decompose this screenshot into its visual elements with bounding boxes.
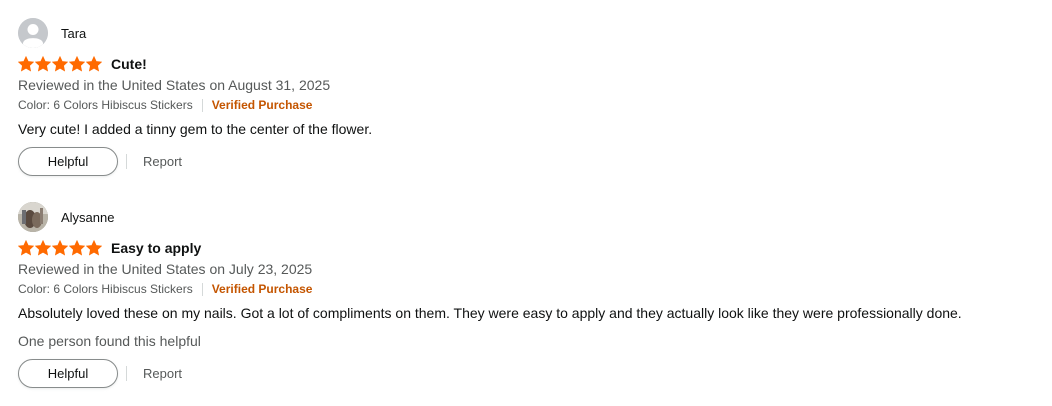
default-profile-icon: [18, 18, 48, 48]
reviewer-profile[interactable]: Alysanne: [18, 201, 1038, 233]
helpful-count: One person found this helpful: [18, 333, 201, 349]
divider: [126, 366, 127, 381]
star-icon: [52, 56, 68, 72]
divider: [201, 282, 203, 296]
star-rating[interactable]: [18, 56, 102, 72]
reviewer-name[interactable]: Tara: [61, 26, 86, 41]
review-date: Reviewed in the United States on July 23…: [18, 261, 313, 277]
report-link[interactable]: Report: [143, 154, 182, 169]
star-icon: [86, 240, 102, 256]
divider: [201, 98, 203, 112]
star-icon: [35, 56, 51, 72]
star-icon: [69, 56, 85, 72]
review-title[interactable]: Easy to apply: [111, 240, 201, 256]
reviewer-name[interactable]: Alysanne: [61, 210, 114, 225]
profile-photo-avatar: [18, 202, 48, 232]
star-icon: [86, 56, 102, 72]
review-body: Very cute! I added a tinny gem to the ce…: [18, 121, 373, 137]
review-body: Absolutely loved these on my nails. Got …: [18, 305, 962, 321]
star-icon: [18, 56, 34, 72]
verified-purchase-badge: Verified Purchase: [211, 282, 313, 296]
variant-info: Color: 6 Colors Hibiscus Stickers Verifi…: [18, 280, 1038, 298]
star-rating[interactable]: [18, 240, 102, 256]
reviewer-profile[interactable]: Tara: [18, 17, 1038, 49]
review-date: Reviewed in the United States on August …: [18, 77, 331, 93]
star-icon: [69, 240, 85, 256]
star-icon: [52, 240, 68, 256]
review-title[interactable]: Cute!: [111, 56, 147, 72]
report-link[interactable]: Report: [143, 366, 182, 381]
star-icon: [35, 240, 51, 256]
review-card: Alysanne Easy to apply Reviewed in the U…: [18, 201, 1038, 388]
helpful-button[interactable]: Helpful: [18, 147, 118, 176]
variant-label[interactable]: Color: 6 Colors Hibiscus Stickers: [18, 280, 193, 298]
divider: [126, 154, 127, 169]
variant-info: Color: 6 Colors Hibiscus Stickers Verifi…: [18, 96, 1038, 114]
review-card: Tara Cute! Reviewed in the United States…: [18, 17, 1038, 176]
star-icon: [18, 240, 34, 256]
verified-purchase-badge: Verified Purchase: [211, 98, 313, 112]
helpful-button[interactable]: Helpful: [18, 359, 118, 388]
variant-label[interactable]: Color: 6 Colors Hibiscus Stickers: [18, 96, 193, 114]
